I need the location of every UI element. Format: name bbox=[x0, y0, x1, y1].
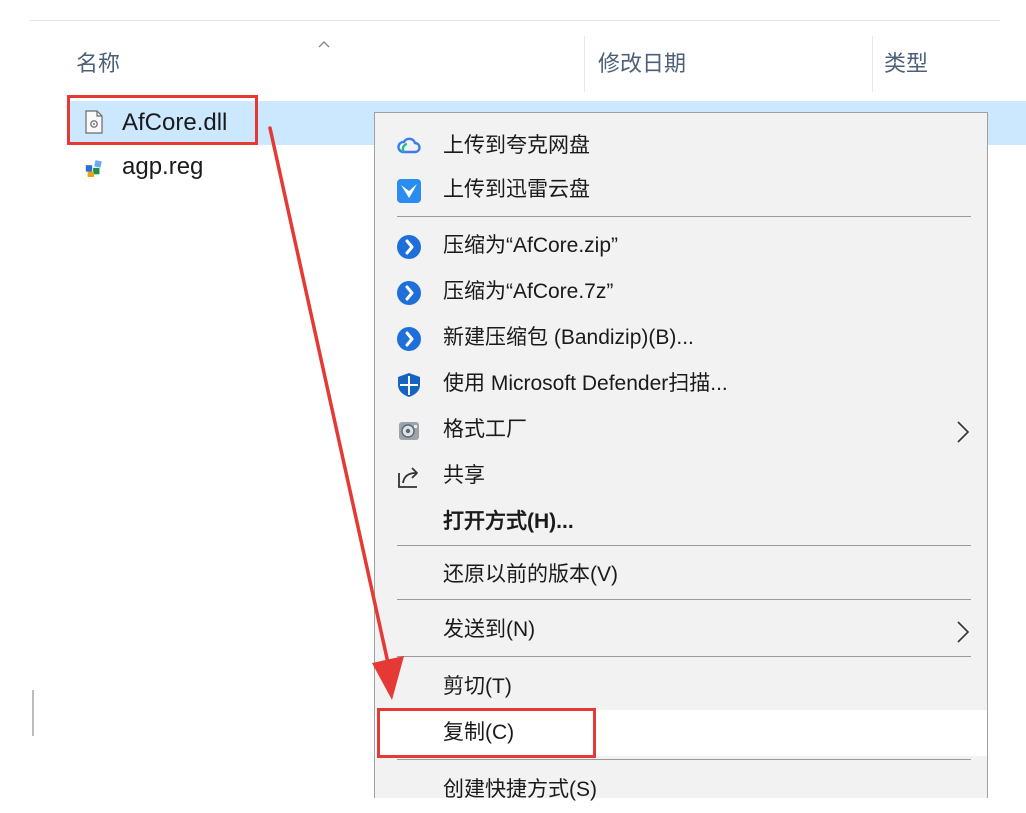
menu-item-label: 上传到迅雷云盘 bbox=[443, 178, 590, 201]
menu-item-label: 上传到夸克网盘 bbox=[443, 134, 590, 157]
file-name: agp.reg bbox=[122, 153, 204, 180]
quark-cloud-icon bbox=[397, 137, 421, 154]
pane-edge-mark bbox=[32, 690, 34, 736]
annotation-highlight-box bbox=[377, 708, 596, 758]
xunlei-bird-icon bbox=[397, 179, 421, 203]
menu-item-new-archive[interactable]: 新建压缩包 (Bandizip)(B)... bbox=[375, 315, 987, 361]
menu-item-label: 创建快捷方式(S) bbox=[443, 778, 597, 801]
menu-separator bbox=[397, 759, 971, 760]
menu-item-restore-versions[interactable]: 还原以前的版本(V) bbox=[375, 552, 987, 598]
menu-item-upload-xunlei[interactable]: 上传到迅雷云盘 bbox=[375, 167, 987, 213]
menu-separator bbox=[397, 545, 971, 546]
menu-item-label: 剪切(T) bbox=[443, 675, 512, 698]
menu-item-cut[interactable]: 剪切(T) bbox=[375, 664, 987, 710]
annotation-highlight-box bbox=[67, 95, 258, 145]
menu-separator bbox=[397, 656, 971, 657]
column-divider[interactable] bbox=[872, 36, 873, 92]
bandizip-icon bbox=[397, 281, 421, 305]
menu-item-label: 压缩为“AfCore.7z” bbox=[443, 280, 614, 303]
chevron-right-icon bbox=[957, 421, 970, 443]
menu-item-format-factory[interactable]: 格式工厂 bbox=[375, 407, 987, 453]
menu-item-label: 共享 bbox=[443, 464, 485, 487]
header-top-border bbox=[30, 20, 1000, 21]
file-row-agp[interactable]: agp.reg bbox=[70, 147, 270, 191]
format-factory-icon bbox=[399, 422, 419, 440]
menu-separator bbox=[397, 599, 971, 600]
menu-item-label: 发送到(N) bbox=[443, 618, 536, 641]
menu-item-label: 格式工厂 bbox=[443, 418, 527, 441]
column-divider[interactable] bbox=[584, 36, 585, 92]
sort-ascending-icon[interactable] bbox=[318, 40, 330, 48]
menu-item-compress-7z[interactable]: 压缩为“AfCore.7z” bbox=[375, 269, 987, 315]
menu-item-label: 还原以前的版本(V) bbox=[443, 563, 618, 586]
menu-separator bbox=[397, 216, 971, 217]
menu-item-defender-scan[interactable]: 使用 Microsoft Defender扫描... bbox=[375, 361, 987, 407]
column-header-type[interactable]: 类型 bbox=[884, 36, 928, 92]
column-header-modified[interactable]: 修改日期 bbox=[598, 36, 686, 92]
menu-item-upload-quark[interactable]: 上传到夸克网盘 bbox=[375, 123, 987, 169]
menu-item-create-shortcut[interactable]: 创建快捷方式(S) bbox=[375, 767, 987, 813]
menu-item-label: 打开方式(H)... bbox=[443, 510, 574, 533]
defender-shield-icon bbox=[398, 373, 420, 397]
chevron-right-icon bbox=[957, 621, 970, 643]
registry-file-icon bbox=[85, 160, 102, 177]
menu-item-label: 新建压缩包 (Bandizip)(B)... bbox=[443, 326, 694, 349]
menu-item-compress-zip[interactable]: 压缩为“AfCore.zip” bbox=[375, 223, 987, 269]
share-icon bbox=[398, 467, 418, 488]
menu-item-label: 使用 Microsoft Defender扫描... bbox=[443, 372, 728, 395]
menu-item-open-with[interactable]: 打开方式(H)... bbox=[375, 499, 987, 545]
menu-item-send-to[interactable]: 发送到(N) bbox=[375, 607, 987, 653]
bandizip-icon bbox=[397, 235, 421, 259]
context-menu: 上传到夸克网盘 上传到迅雷云盘 压缩为“AfCore.zip” 压缩为“AfCo… bbox=[374, 112, 988, 801]
menu-item-share[interactable]: 共享 bbox=[375, 453, 987, 499]
menu-item-label: 压缩为“AfCore.zip” bbox=[443, 234, 619, 257]
bandizip-icon bbox=[397, 327, 421, 351]
column-header-name[interactable]: 名称 bbox=[76, 36, 120, 92]
column-header-bar: 名称 修改日期 类型 bbox=[60, 36, 1026, 92]
